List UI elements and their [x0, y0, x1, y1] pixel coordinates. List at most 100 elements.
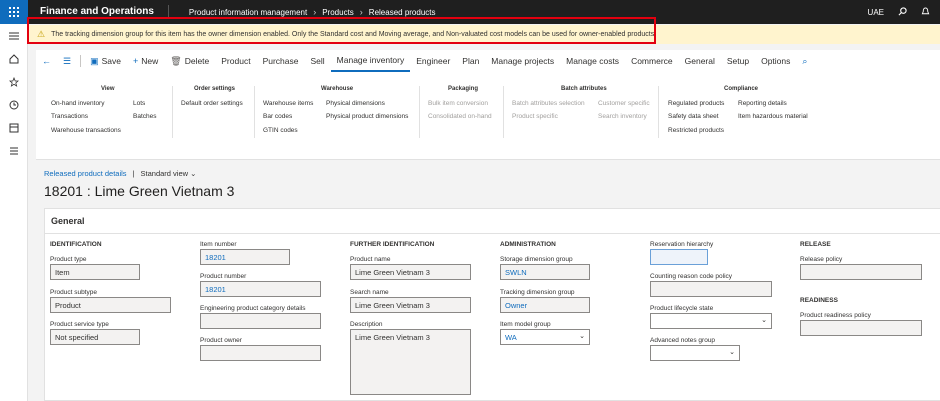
default-order-settings-button[interactable]: Default order settings [181, 100, 243, 107]
breadcrumb-item[interactable]: Product information management [189, 8, 307, 17]
trash-icon: 🗑 [170, 55, 182, 66]
chevron-down-icon: ⌄ [579, 333, 585, 340]
advanced-notes-group-label: Advanced notes group [650, 337, 716, 344]
chevron-down-icon: ⌄ [190, 169, 197, 178]
storage-dimension-group-field[interactable]: SWLN [500, 264, 590, 280]
released-product-details-link[interactable]: Released product details [44, 169, 127, 178]
notifications-icon[interactable] [921, 6, 930, 18]
item-number-label: Item number [200, 241, 237, 248]
product-type-field[interactable]: Item [50, 264, 140, 280]
item-model-group-label: Item model group [500, 321, 551, 328]
workspaces-icon[interactable] [0, 116, 28, 139]
chevron-right-icon: › [313, 7, 317, 17]
product-number-field[interactable]: 18201 [200, 281, 321, 297]
physical-product-dimensions-button[interactable]: Physical product dimensions [326, 113, 408, 120]
product-subtype-field[interactable]: Product [50, 297, 171, 313]
search-inventory-button[interactable]: Search inventory [598, 113, 647, 120]
tracking-dimension-group-field[interactable]: Owner [500, 297, 590, 313]
save-button[interactable]: ▣ Save [84, 50, 127, 72]
physical-dimensions-button[interactable]: Physical dimensions [326, 100, 385, 107]
ribbon-group-title: View [101, 86, 115, 92]
counting-reason-code-policy-label: Counting reason code policy [650, 273, 733, 280]
tab-options[interactable]: Options [755, 50, 796, 72]
product-subtype-label: Product subtype [50, 289, 97, 296]
product-name-field[interactable]: Lime Green Vietnam 3 [350, 264, 471, 280]
search-icon[interactable] [898, 6, 907, 18]
tab-setup[interactable]: Setup [721, 50, 755, 72]
modules-icon[interactable] [0, 139, 28, 162]
bulk-item-conversion-button[interactable]: Bulk item conversion [428, 100, 488, 107]
tab-general[interactable]: General [679, 50, 721, 72]
regulated-products-button[interactable]: Regulated products [668, 100, 724, 107]
item-model-group-select[interactable]: WA ⌄ [500, 329, 590, 345]
warehouse-transactions-button[interactable]: Warehouse transactions [51, 127, 121, 134]
company-selector[interactable]: UAE [868, 8, 884, 17]
on-hand-inventory-button[interactable]: On-hand inventory [51, 100, 104, 107]
favorites-icon[interactable] [0, 70, 28, 93]
warning-icon: ⚠ [37, 29, 46, 39]
item-hazardous-material-button[interactable]: Item hazardous material [738, 113, 808, 120]
home-icon[interactable] [0, 47, 28, 70]
action-search-button[interactable]: ⌕ [796, 50, 813, 72]
app-launcher-icon[interactable] [0, 0, 28, 24]
new-button[interactable]: + New [127, 50, 164, 72]
view-selector[interactable]: Standard view ⌄ [141, 169, 197, 178]
tab-commerce[interactable]: Commerce [625, 50, 679, 72]
reservation-hierarchy-field[interactable] [650, 249, 708, 265]
tab-engineer[interactable]: Engineer [410, 50, 456, 72]
tab-purchase[interactable]: Purchase [257, 50, 305, 72]
menu-button[interactable]: ☰ [57, 50, 77, 72]
tab-manage-projects[interactable]: Manage projects [485, 50, 560, 72]
plus-icon: + [132, 56, 139, 66]
release-policy-field[interactable] [800, 264, 922, 280]
advanced-notes-group-select[interactable]: ⌄ [650, 345, 740, 361]
bar-codes-button[interactable]: Bar codes [263, 113, 292, 120]
fasttab-title[interactable]: General [51, 216, 85, 226]
tab-plan[interactable]: Plan [456, 50, 485, 72]
delete-button[interactable]: 🗑 Delete [164, 50, 215, 72]
product-owner-field[interactable] [200, 345, 321, 361]
recent-icon[interactable] [0, 93, 28, 116]
tab-product[interactable]: Product [215, 50, 256, 72]
product-service-type-field[interactable]: Not specified [50, 329, 140, 345]
tab-manage-costs[interactable]: Manage costs [560, 50, 625, 72]
main-content: Released product details | Standard view… [36, 162, 940, 401]
back-button[interactable]: ← [36, 50, 57, 72]
ribbon-manage-inventory: View On-hand inventory Transactions Ware… [36, 72, 940, 160]
warning-message: The tracking dimension group for this it… [51, 31, 657, 38]
engineering-category-field[interactable] [200, 313, 321, 329]
ribbon-group-title: Batch attributes [561, 86, 607, 92]
tab-manage-inventory[interactable]: Manage inventory [330, 50, 411, 72]
breadcrumb-item[interactable]: Released products [369, 8, 436, 17]
warehouse-items-button[interactable]: Warehouse items [263, 100, 313, 107]
chevron-down-icon: ⌄ [729, 349, 735, 356]
safety-data-sheet-button[interactable]: Safety data sheet [668, 113, 719, 120]
section-further-identification: FURTHER IDENTIFICATION [350, 241, 435, 248]
consolidated-on-hand-button[interactable]: Consolidated on-hand [428, 113, 492, 120]
top-bar: Finance and Operations Product informati… [0, 0, 940, 24]
counting-reason-code-policy-field[interactable] [650, 281, 772, 297]
reporting-details-button[interactable]: Reporting details [738, 100, 787, 107]
product-readiness-policy-field[interactable] [800, 320, 922, 336]
search-name-field[interactable]: Lime Green Vietnam 3 [350, 297, 471, 313]
section-readiness: READINESS [800, 297, 838, 304]
product-readiness-policy-label: Product readiness policy [800, 312, 871, 319]
lots-button[interactable]: Lots [133, 100, 145, 107]
hamburger-menu-icon[interactable] [0, 24, 28, 47]
batch-attributes-selection-button[interactable]: Batch attributes selection [512, 100, 585, 107]
item-number-field[interactable]: 18201 [200, 249, 290, 265]
batches-button[interactable]: Batches [133, 113, 157, 120]
product-specific-button[interactable]: Product specific [512, 113, 558, 120]
gtin-codes-button[interactable]: GTIN codes [263, 127, 298, 134]
ribbon-group-title: Compliance [724, 86, 759, 92]
customer-specific-button[interactable]: Customer specific [598, 100, 650, 107]
page-breadcrumb: Released product details | Standard view… [44, 169, 197, 178]
restricted-products-button[interactable]: Restricted products [668, 127, 724, 134]
release-policy-label: Release policy [800, 256, 843, 263]
breadcrumb: Product information management › Product… [169, 7, 436, 17]
transactions-button[interactable]: Transactions [51, 113, 88, 120]
product-lifecycle-state-select[interactable]: ⌄ [650, 313, 772, 329]
tab-sell[interactable]: Sell [304, 50, 330, 72]
breadcrumb-item[interactable]: Products [322, 8, 354, 17]
description-field[interactable]: Lime Green Vietnam 3 [350, 329, 471, 395]
